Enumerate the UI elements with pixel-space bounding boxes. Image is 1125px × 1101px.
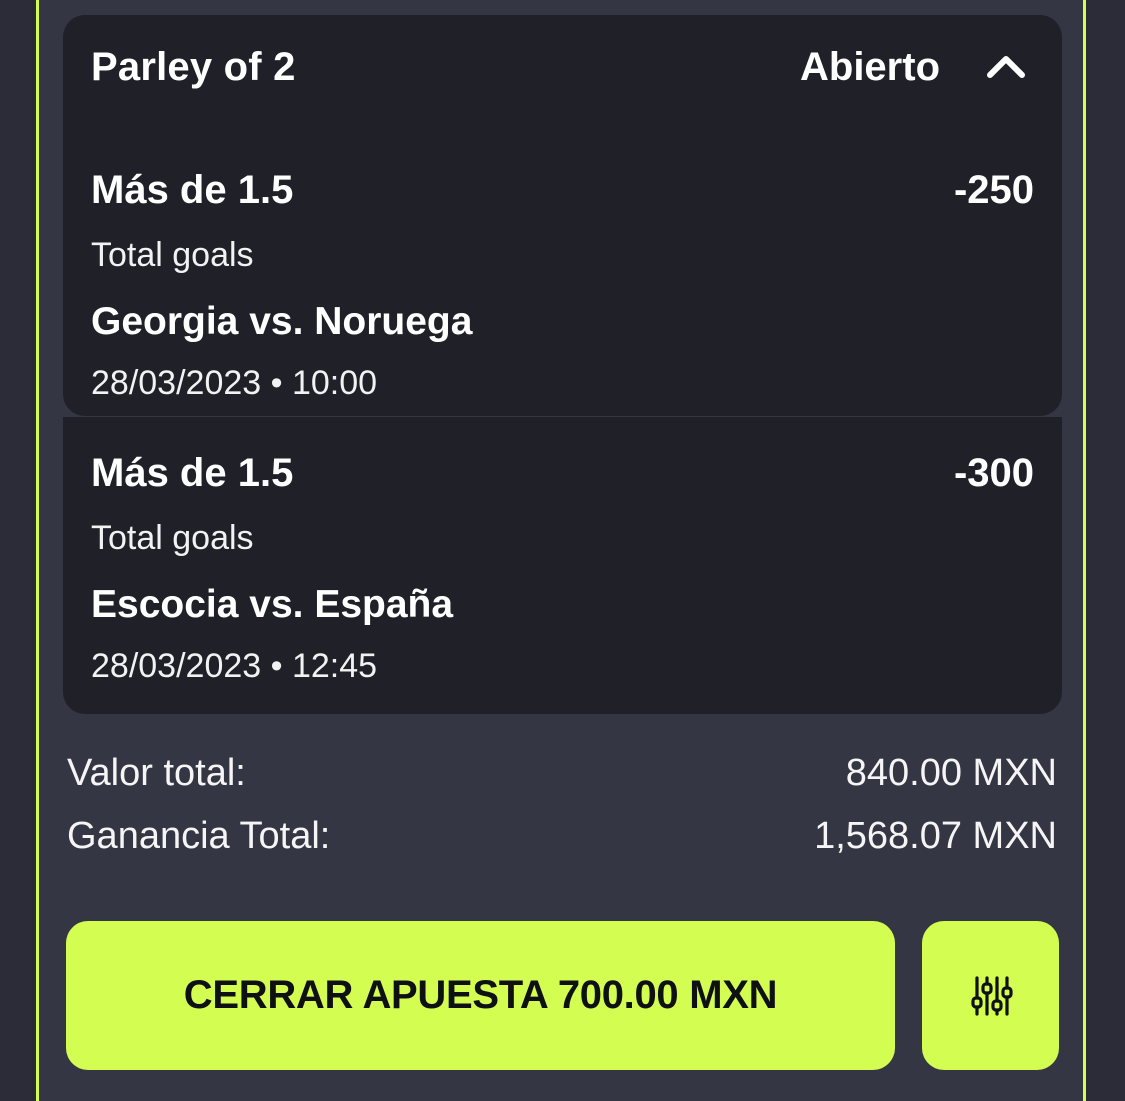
total-gain-amount: 1,568.07 MXN (814, 815, 1057, 857)
match-datetime: 28/03/2023 • 12:45 (91, 647, 378, 685)
cashout-button[interactable]: CERRAR APUESTA 700.00 MXN (66, 921, 895, 1070)
market-name: Más de 1.5 (91, 168, 294, 212)
market-type: Total goals (91, 519, 254, 557)
bet-leg: Más de 1.5 -300 Total goals Escocia vs. … (63, 417, 1062, 714)
odds-value: -250 (953, 168, 1034, 212)
bet-leg: Más de 1.5 -250 Total goals Georgia vs. … (63, 120, 1062, 416)
match-name: Escocia vs. España (91, 583, 454, 626)
parlay-ticket: Parley of 2 Abierto Más de 1.5 -250 Tota… (63, 15, 1062, 714)
market-name: Más de 1.5 (91, 451, 294, 495)
market-type: Total goals (91, 236, 254, 274)
chevron-up-icon[interactable] (986, 51, 1026, 81)
status-label: Abierto (800, 45, 940, 89)
ticket-title: Parley of 2 (91, 45, 296, 89)
match-name: Georgia vs. Noruega (91, 300, 473, 343)
bet-screen: Parley of 2 Abierto Más de 1.5 -250 Tota… (0, 0, 1125, 1101)
total-value-label: Valor total: (67, 752, 246, 794)
match-datetime: 28/03/2023 • 10:00 (91, 364, 378, 402)
odds-value: -300 (953, 451, 1034, 495)
ticket-header[interactable]: Parley of 2 Abierto (63, 15, 1062, 120)
settings-button[interactable] (922, 921, 1059, 1070)
total-value-amount: 840.00 MXN (845, 752, 1057, 794)
total-gain-label: Ganancia Total: (67, 815, 331, 857)
sliders-icon (970, 975, 1013, 1016)
